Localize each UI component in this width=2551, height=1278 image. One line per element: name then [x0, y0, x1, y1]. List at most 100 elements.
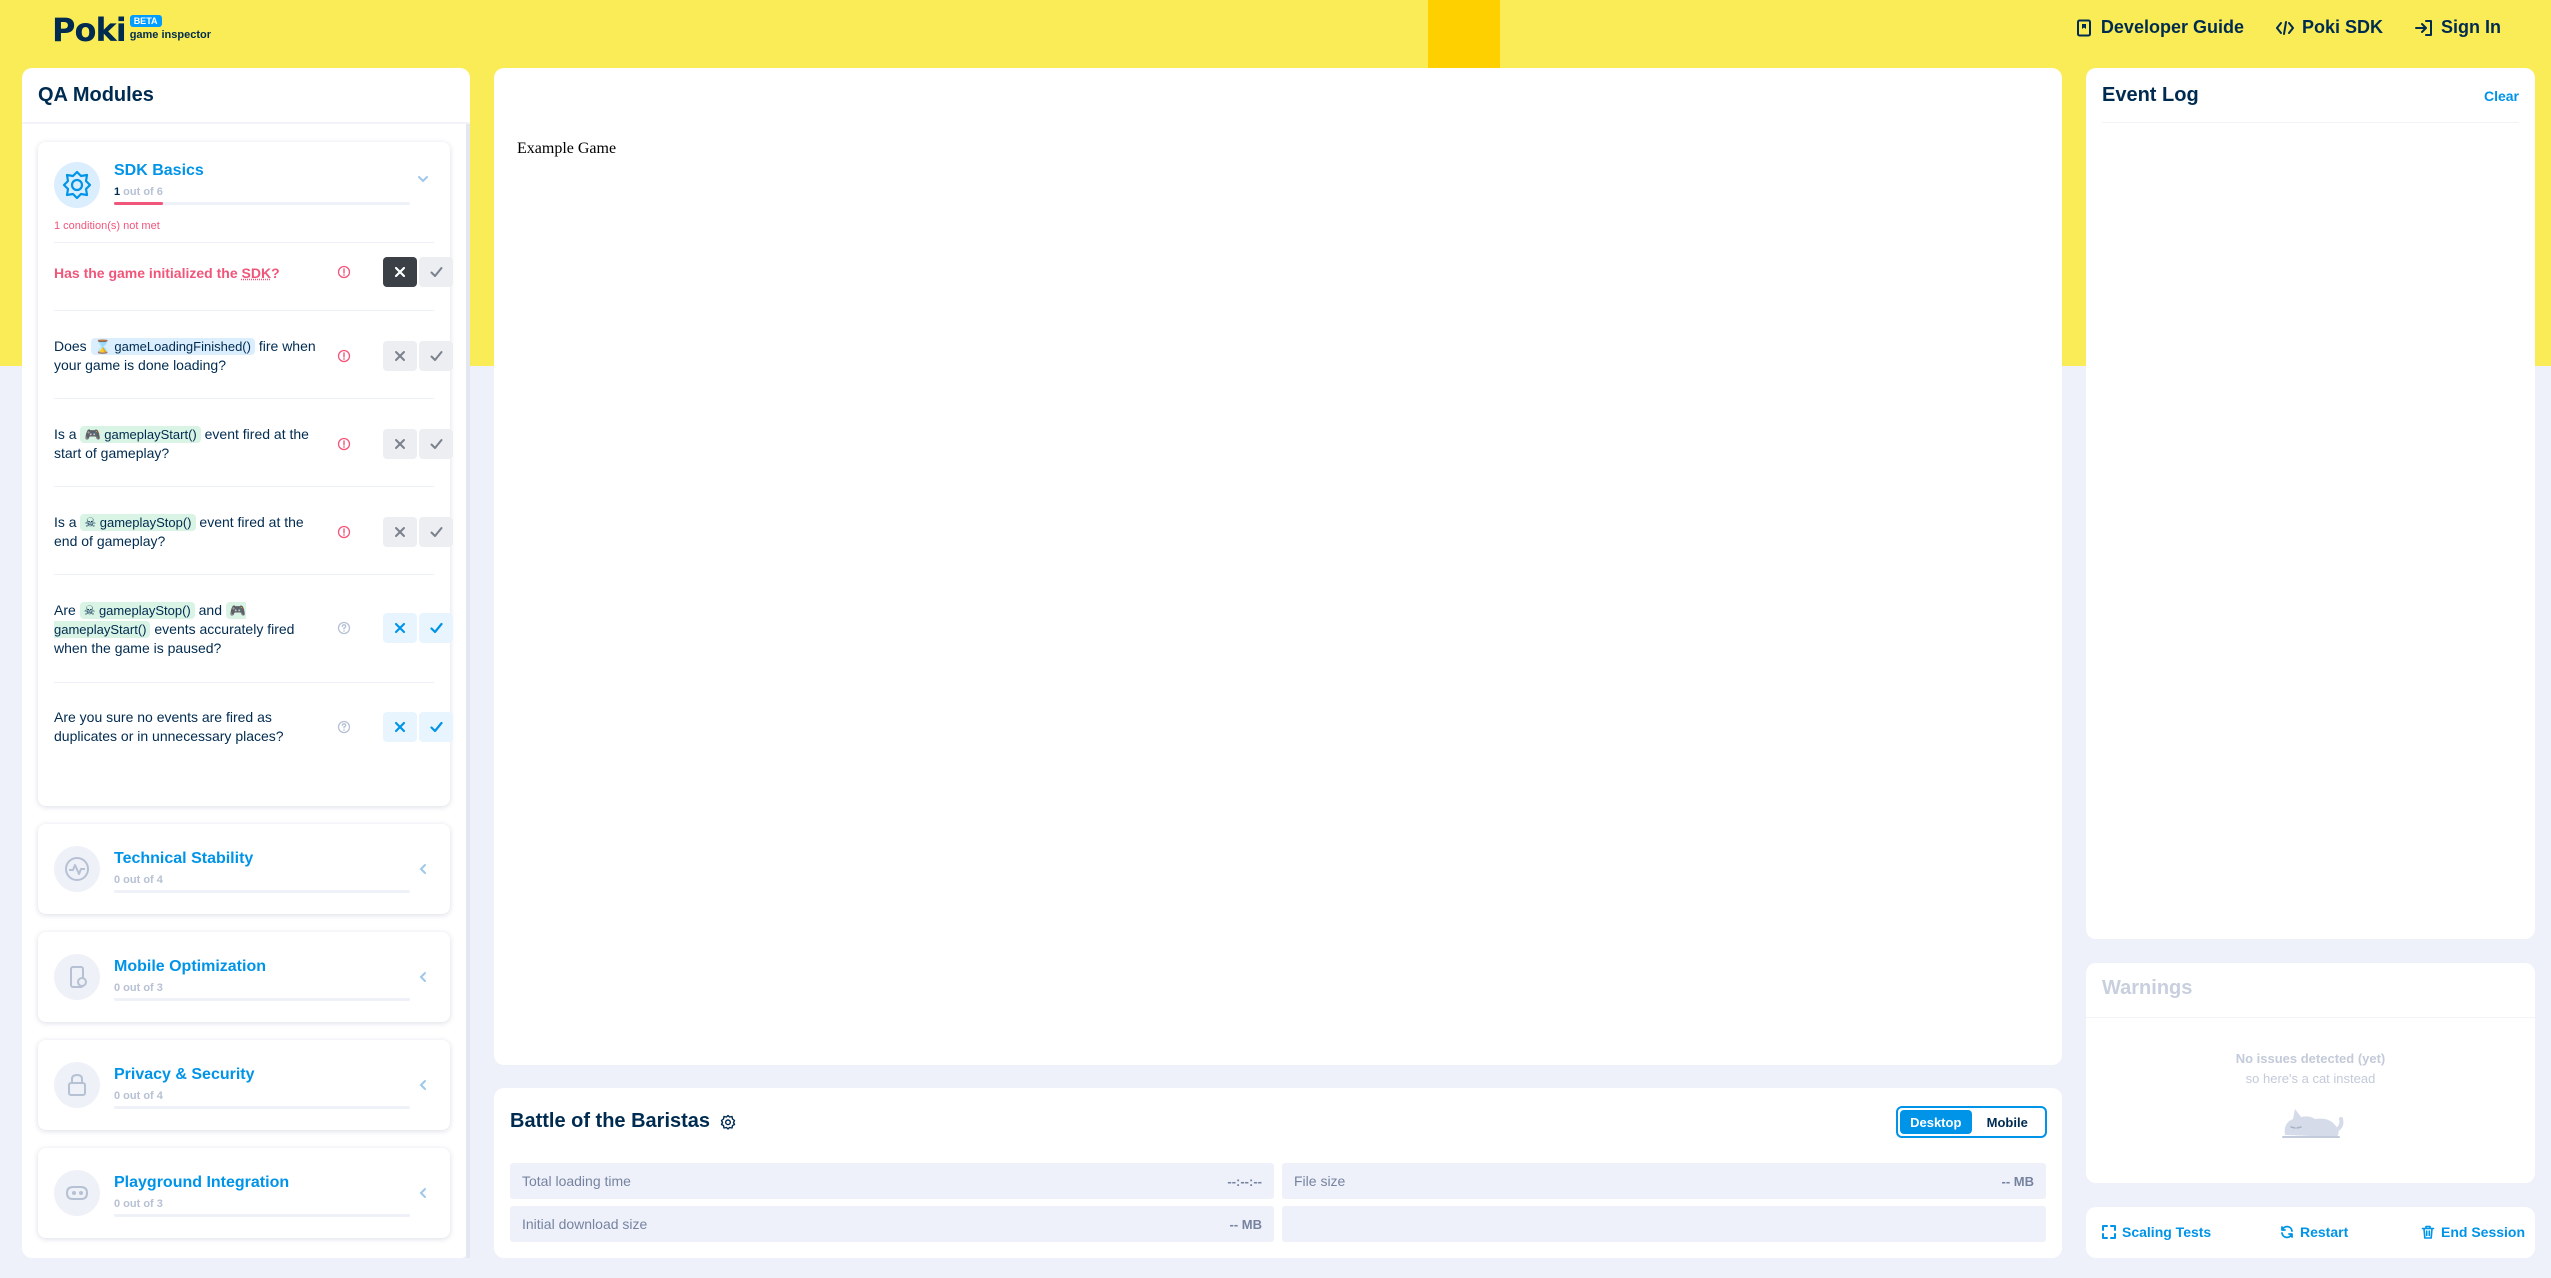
- game-info-panel: Battle of the Baristas Desktop Mobile To…: [494, 1088, 2062, 1258]
- module-privacy-security[interactable]: Privacy & Security 0 out of 4: [38, 1040, 450, 1130]
- module-mobile-optimization[interactable]: Mobile Optimization 0 out of 3: [38, 932, 450, 1022]
- event-log-title: Event Log: [2102, 84, 2199, 106]
- question-row: Does ⌛ gameLoadingFinished() fire when y…: [54, 337, 453, 377]
- divider: [54, 486, 434, 487]
- fail-button[interactable]: [383, 429, 417, 459]
- answer-buttons: [383, 613, 453, 643]
- poki-sdk-label: Poki SDK: [2301, 17, 2383, 37]
- module-count: 0 out of 3: [114, 982, 163, 994]
- question-text: Is a ☠ gameplayStop() event fired at the…: [54, 514, 304, 549]
- check-icon: [430, 527, 442, 537]
- divider: [54, 242, 434, 243]
- check-icon: [430, 351, 442, 361]
- chevron-left-icon[interactable]: [416, 1078, 430, 1092]
- warnings-cat-message: so here's a cat instead: [2245, 1071, 2376, 1086]
- pass-button[interactable]: [419, 517, 453, 547]
- module-count: 1 out of 6: [114, 186, 163, 198]
- fail-button[interactable]: [383, 517, 417, 547]
- top-nav: Developer Guide Poki SDK Sign In: [2075, 17, 2501, 38]
- help-icon[interactable]: [337, 720, 351, 734]
- end-session-button[interactable]: End Session: [2421, 1224, 2525, 1240]
- info-icon[interactable]: [337, 265, 351, 279]
- divider: [54, 682, 434, 683]
- fail-button[interactable]: [383, 712, 417, 742]
- module-name: Mobile Optimization: [114, 958, 266, 975]
- module-technical-stability[interactable]: Technical Stability 0 out of 4: [38, 824, 450, 914]
- restart-button[interactable]: Restart: [2280, 1224, 2348, 1240]
- beta-badge: BETA: [129, 15, 162, 27]
- logo-subtitle: game inspector: [129, 29, 211, 41]
- poki-sdk-link[interactable]: Poki SDK: [2275, 17, 2383, 38]
- chevron-left-icon[interactable]: [416, 862, 430, 876]
- module-name[interactable]: SDK Basics: [114, 162, 204, 180]
- gear-icon[interactable]: [720, 1114, 736, 1130]
- check-icon: [429, 622, 443, 634]
- refresh-icon: [2281, 1225, 2293, 1239]
- answer-buttons: [383, 429, 453, 459]
- module-count: 0 out of 4: [114, 1090, 163, 1102]
- desktop-toggle-button[interactable]: Desktop: [1900, 1110, 1972, 1134]
- divider: [54, 398, 434, 399]
- info-icon[interactable]: [337, 349, 351, 363]
- mobile-toggle-button[interactable]: Mobile: [1972, 1110, 2044, 1134]
- warnings-panel: Warnings No issues detected (yet) so her…: [2086, 963, 2535, 1183]
- check-icon: [430, 439, 442, 449]
- scrollbar[interactable]: [466, 124, 470, 1258]
- qa-modules-panel: QA Modules SDK Basics 1 out of 6 1 condi…: [22, 68, 470, 1258]
- code-tag: 🎮 gameplayStart(): [80, 426, 201, 443]
- x-icon: [395, 351, 405, 361]
- pass-button[interactable]: [419, 257, 453, 287]
- clear-log-button[interactable]: Clear: [2484, 88, 2519, 104]
- top-bar: Poki BETA game inspector Developer Guide…: [0, 0, 2551, 66]
- code-tag: ☠ gameplayStop(): [80, 514, 196, 531]
- game-canvas-text: Example Game: [517, 140, 617, 157]
- question-text: Are you sure no events are fired as dupl…: [54, 709, 284, 744]
- expand-icon: [2102, 1225, 2116, 1239]
- stat-total-loading-time: Total loading time --:--:--: [510, 1163, 1274, 1199]
- answer-buttons: [383, 712, 453, 742]
- trash-icon: [2421, 1225, 2435, 1239]
- sdk-icon: [54, 162, 100, 208]
- scaling-tests-button[interactable]: Scaling Tests: [2102, 1224, 2211, 1240]
- developer-guide-link[interactable]: Developer Guide: [2075, 17, 2244, 38]
- question-text: Is a 🎮 gameplayStart() event fired at th…: [54, 426, 309, 461]
- chevron-left-icon[interactable]: [416, 1186, 430, 1200]
- info-icon[interactable]: [337, 525, 351, 539]
- event-log-panel: Event Log Clear: [2086, 68, 2535, 939]
- x-icon: [395, 527, 405, 537]
- game-frame[interactable]: Example Game: [494, 68, 2062, 1065]
- module-name: Playground Integration: [114, 1174, 290, 1191]
- module-progress-bar: [114, 890, 410, 893]
- module-progress-bar: [114, 202, 410, 205]
- divider: [54, 310, 434, 311]
- chevron-down-icon[interactable]: [416, 172, 430, 186]
- pass-button[interactable]: [419, 429, 453, 459]
- info-icon[interactable]: [337, 437, 351, 451]
- cat-illustration: [2282, 1109, 2344, 1138]
- sign-in-link[interactable]: Sign In: [2415, 17, 2501, 38]
- divider: [2102, 122, 2519, 123]
- pass-button[interactable]: [419, 341, 453, 371]
- divider: [22, 122, 470, 124]
- module-progress-bar: [114, 1106, 410, 1109]
- module-count: 0 out of 4: [114, 874, 163, 886]
- answer-buttons: [383, 517, 453, 547]
- fail-button[interactable]: [383, 257, 417, 287]
- pass-button[interactable]: [419, 613, 453, 643]
- pass-button[interactable]: [419, 712, 453, 742]
- fail-button[interactable]: [383, 613, 417, 643]
- poki-logo[interactable]: Poki BETA game inspector: [52, 13, 211, 47]
- help-icon[interactable]: [337, 621, 351, 635]
- module-sdk-basics: SDK Basics 1 out of 6 1 condition(s) not…: [38, 142, 453, 806]
- book-icon: [2076, 19, 2091, 36]
- platform-toggle: Desktop Mobile: [1896, 1106, 2047, 1138]
- module-playground-integration[interactable]: Playground Integration 0 out of 3: [38, 1148, 450, 1238]
- fail-button[interactable]: [383, 341, 417, 371]
- chevron-left-icon[interactable]: [416, 970, 430, 984]
- x-icon: [394, 622, 406, 634]
- x-icon: [394, 721, 406, 733]
- question-text: Does ⌛ gameLoadingFinished() fire when y…: [54, 338, 316, 373]
- stat-empty: [1282, 1206, 2046, 1242]
- module-name: Privacy & Security: [114, 1066, 255, 1083]
- pulse-icon: [54, 846, 100, 892]
